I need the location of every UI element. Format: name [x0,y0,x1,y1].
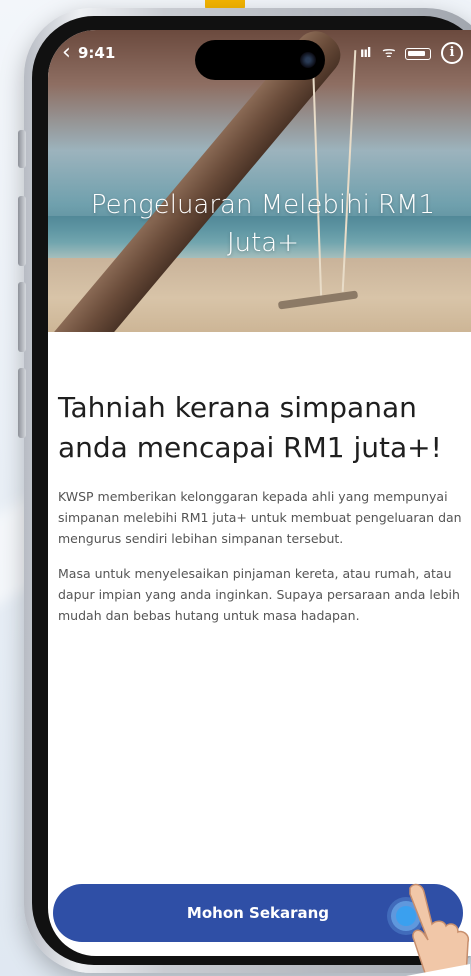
side-button-extra [18,368,26,438]
tap-hand-icon [406,883,470,976]
status-bar: ‹ 9:41 ııl ᯤ i [48,30,471,80]
hero-title: Pengeluaran Melebihi RM1 Juta+ [90,190,436,258]
signal-icon: ııl [360,46,371,61]
side-button-mute [18,130,26,168]
camera-icon [300,52,316,68]
description-paragraph-2: Masa untuk menyelesaikan pinjaman kereta… [58,566,460,623]
back-chevron-icon[interactable]: ‹ [62,42,71,64]
side-button-volume-up [18,196,26,266]
side-button-volume-down [18,282,26,352]
info-icon[interactable]: i [441,42,463,64]
description-paragraph-1: KWSP memberikan kelonggaran kepada ahli … [58,489,462,546]
wifi-icon: ᯤ [382,43,396,61]
congrats-heading: Tahniah kerana simpanan anda mencapai RM… [58,391,442,464]
status-time: 9:41 [78,44,116,62]
app-screen: Pengeluaran Melebihi RM1 Juta+ ‹ 9:41 ıı… [48,30,471,956]
main-content: Tahniah kerana simpanan anda mencapai RM… [58,388,468,640]
battery-icon [405,48,431,60]
